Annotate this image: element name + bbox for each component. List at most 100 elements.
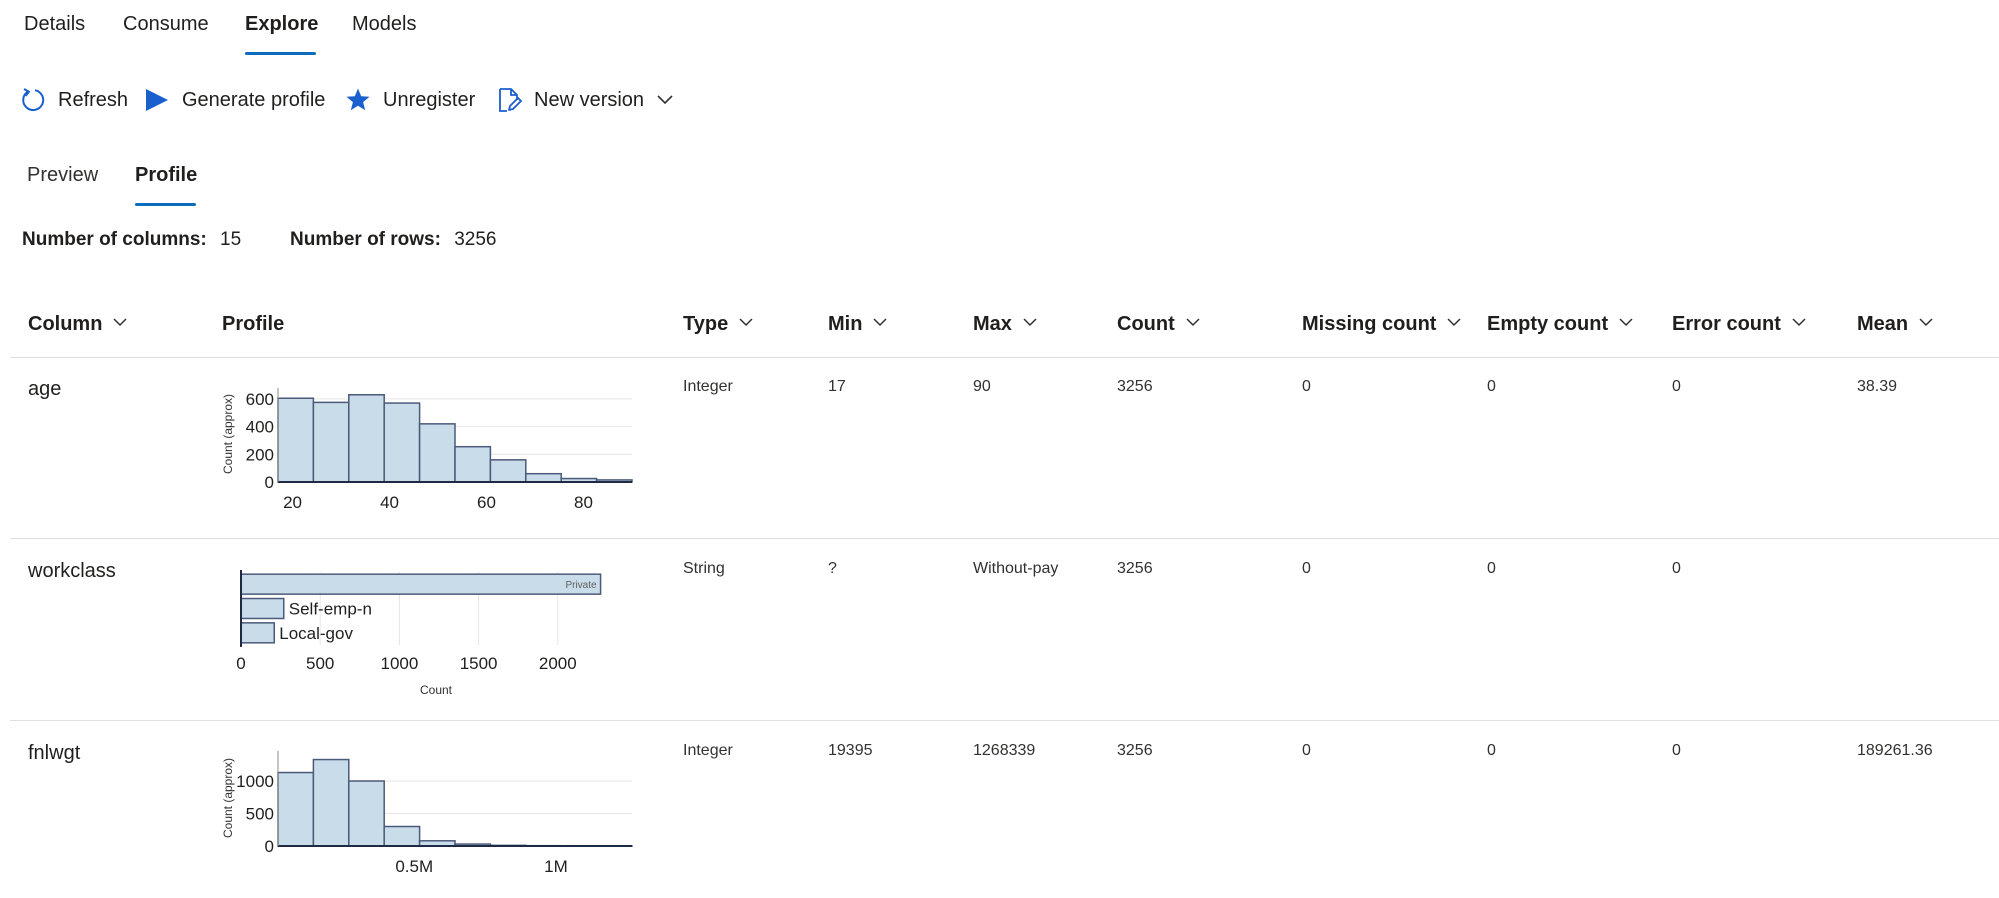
histogram-bar xyxy=(525,472,562,483)
header-missing-count[interactable]: Missing count xyxy=(1302,313,1462,336)
fnlwgt-histogram: 0 500 1000 0.5M 1M Count (approx) xyxy=(221,751,633,876)
tab-models[interactable]: Models xyxy=(352,13,416,36)
y-tick-label: 200 xyxy=(246,445,274,464)
histogram-bar xyxy=(277,397,315,483)
y-tick-label: 0 xyxy=(265,473,274,492)
row-divider xyxy=(10,720,1999,721)
y-tick-label: 400 xyxy=(246,418,274,437)
header-empty-count[interactable]: Empty count xyxy=(1487,313,1634,336)
mean-cell: 189261.36 xyxy=(1857,742,1933,759)
x-tick-label: 0 xyxy=(236,654,245,673)
y-tick-label: 500 xyxy=(246,805,274,824)
histogram-bar xyxy=(312,758,350,847)
tab-details[interactable]: Details xyxy=(24,13,85,36)
header-max[interactable]: Max xyxy=(973,313,1038,336)
header-count-label: Count xyxy=(1117,313,1175,335)
chevron-down-icon xyxy=(1618,313,1634,336)
header-column[interactable]: Column xyxy=(28,313,128,336)
unregister-button[interactable]: Unregister xyxy=(345,84,475,116)
min-cell: 19395 xyxy=(828,742,873,759)
count-cell: 3256 xyxy=(1117,560,1153,577)
chevron-down-icon xyxy=(872,313,888,336)
header-min-label: Min xyxy=(828,313,863,335)
histogram-bar xyxy=(348,780,385,847)
error-count-cell: 0 xyxy=(1672,560,1681,577)
columns-label: Number of columns: xyxy=(22,229,207,250)
x-axis-label: Count xyxy=(420,683,453,697)
x-tick-label: 20 xyxy=(283,493,302,512)
header-mean-label: Mean xyxy=(1857,313,1909,335)
header-empty-count-label: Empty count xyxy=(1487,313,1609,335)
unregister-label: Unregister xyxy=(383,88,476,111)
x-tick-label: 1500 xyxy=(460,654,498,673)
histogram-bar xyxy=(312,401,350,483)
min-cell: ? xyxy=(828,560,837,577)
missing-count-cell: 0 xyxy=(1302,742,1311,759)
category-bar xyxy=(240,597,285,620)
columns-value: 15 xyxy=(220,229,242,250)
tab-profile[interactable]: Profile xyxy=(135,164,197,187)
empty-count-cell: 0 xyxy=(1487,742,1496,759)
header-count[interactable]: Count xyxy=(1117,313,1201,336)
max-cell: 1268339 xyxy=(973,742,1036,759)
y-axis-label: Count (approx) xyxy=(221,394,235,474)
age-histogram: 0 200 400 600 20 40 60 80 Count (approx) xyxy=(221,388,633,512)
min-cell: 17 xyxy=(828,378,846,395)
histogram-bar xyxy=(277,771,315,847)
header-type-label: Type xyxy=(683,313,729,335)
x-tick-label: 80 xyxy=(574,493,593,512)
chevron-down-icon xyxy=(1918,313,1934,336)
missing-count-cell: 0 xyxy=(1302,560,1311,577)
x-tick-label: 500 xyxy=(306,654,334,673)
column-name: age xyxy=(28,378,62,400)
header-missing-count-label: Missing count xyxy=(1302,313,1437,335)
histogram-bar xyxy=(418,423,456,483)
x-tick-label: 2000 xyxy=(539,654,577,673)
chevron-down-icon xyxy=(1022,313,1038,336)
workclass-bar-chart: 0 500 1000 1500 2000 Private Self-emp-n Local-g… xyxy=(236,570,602,697)
chevron-down-icon xyxy=(112,313,128,336)
header-type[interactable]: Type xyxy=(683,313,754,336)
bar-label: Self-emp-n xyxy=(289,600,372,619)
rows-summary: Number of rows: 3256 xyxy=(290,229,497,251)
generate-profile-label: Generate profile xyxy=(182,88,326,111)
header-mean[interactable]: Mean xyxy=(1857,313,1934,336)
x-tick-label: 40 xyxy=(380,493,399,512)
histogram-bar xyxy=(489,459,527,483)
edit-document-icon xyxy=(496,87,522,113)
bars xyxy=(277,758,633,847)
tab-explore[interactable]: Explore xyxy=(245,13,318,36)
histogram-bar xyxy=(383,825,421,847)
header-min[interactable]: Min xyxy=(828,313,888,336)
chevron-down-icon xyxy=(1185,313,1201,336)
bar-label: Local-gov xyxy=(279,624,353,643)
error-count-cell: 0 xyxy=(1672,742,1681,759)
refresh-button[interactable]: Refresh xyxy=(20,84,128,116)
max-cell: Without-pay xyxy=(973,560,1059,577)
star-icon xyxy=(345,87,371,113)
missing-count-cell: 0 xyxy=(1302,378,1311,395)
tab-consume[interactable]: Consume xyxy=(123,13,209,36)
count-cell: 3256 xyxy=(1117,742,1153,759)
chevron-down-icon xyxy=(1446,313,1462,336)
header-max-label: Max xyxy=(973,313,1012,335)
category-bar xyxy=(240,622,276,644)
generate-profile-button[interactable]: Generate profile xyxy=(144,84,325,116)
tab-preview[interactable]: Preview xyxy=(27,164,98,187)
bar-label: Private xyxy=(565,580,597,591)
header-profile-label: Profile xyxy=(222,313,285,335)
chevron-down-icon xyxy=(738,313,754,336)
empty-count-cell: 0 xyxy=(1487,560,1496,577)
new-version-label: New version xyxy=(534,88,645,111)
columns-summary: Number of columns: 15 xyxy=(22,229,241,251)
active-tab-indicator xyxy=(245,52,316,55)
empty-count-cell: 0 xyxy=(1487,378,1496,395)
histogram-bar xyxy=(454,445,492,483)
header-divider xyxy=(10,357,1999,358)
category-bar xyxy=(240,573,602,595)
header-error-count[interactable]: Error count xyxy=(1672,313,1807,336)
histogram-bar xyxy=(348,394,385,483)
new-version-button[interactable]: New version xyxy=(496,84,674,116)
header-profile: Profile xyxy=(222,313,284,336)
type-cell: Integer xyxy=(683,742,733,759)
